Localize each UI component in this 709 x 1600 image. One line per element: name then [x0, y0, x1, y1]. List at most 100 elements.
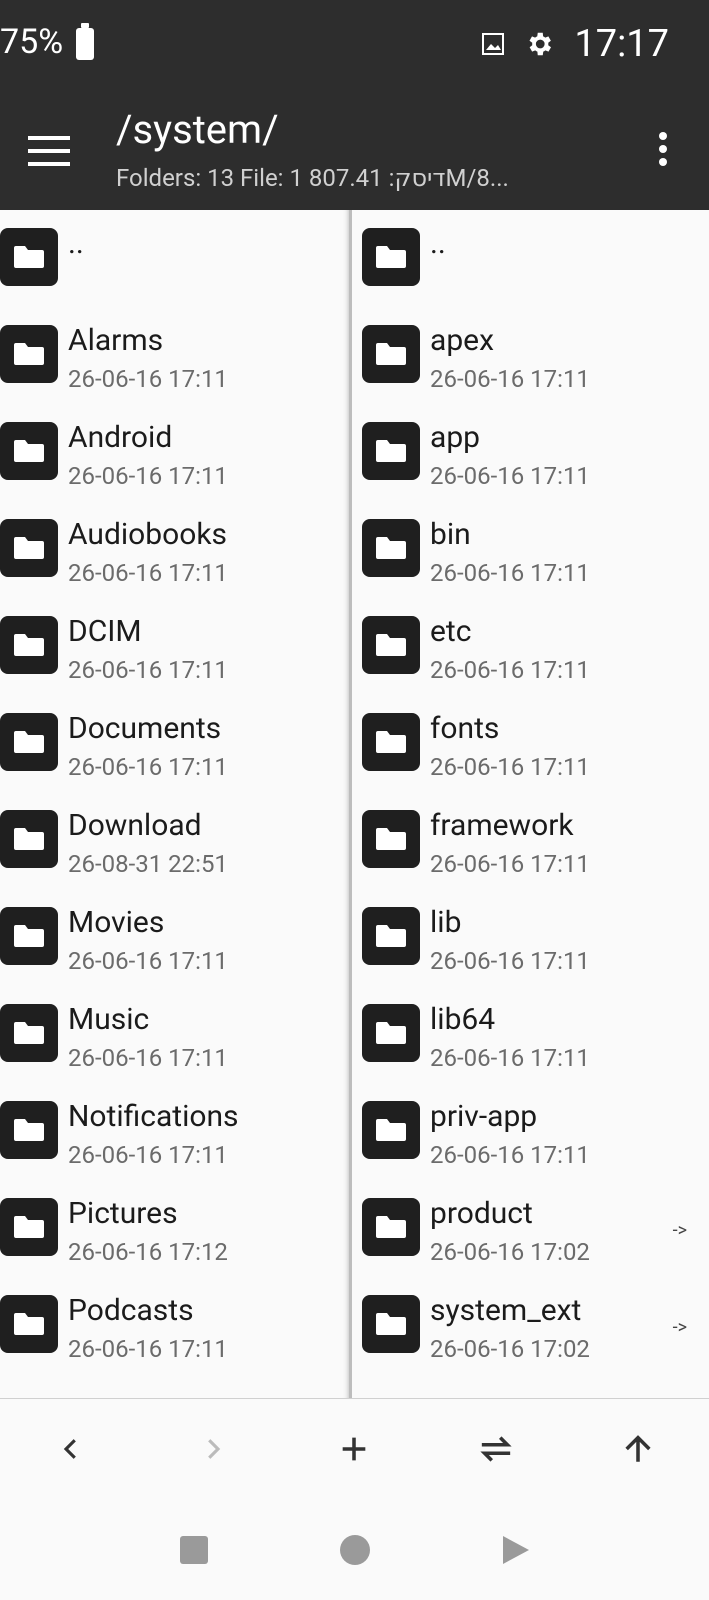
back-button[interactable]	[41, 1419, 101, 1479]
chevron-right-icon	[207, 1439, 220, 1459]
folder-icon	[0, 616, 58, 674]
forward-button[interactable]	[183, 1419, 243, 1479]
folder-name: Notifications	[68, 1099, 239, 1134]
symlink-indicator: ->	[672, 1317, 687, 1338]
parent-folder-button[interactable]	[608, 1419, 668, 1479]
folder-row[interactable]: etc 26-06-16 17:11	[352, 598, 701, 695]
folder-row[interactable]: Alarms 26-06-16 17:11	[0, 307, 349, 404]
folder-name: ..	[68, 226, 84, 261]
folder-row[interactable]: Podcasts 26-06-16 17:11	[0, 1277, 349, 1374]
folder-name: Music	[68, 1002, 150, 1037]
folder-row[interactable]: fonts 26-06-16 17:11	[352, 695, 701, 792]
folder-date: 26-06-16 17:11	[68, 656, 228, 684]
folder-date: 26-06-16 17:11	[430, 1044, 590, 1072]
folder-date: 26-06-16 17:11	[68, 365, 228, 393]
folder-row[interactable]: Documents 26-06-16 17:11	[0, 695, 349, 792]
new-folder-button[interactable]	[324, 1419, 384, 1479]
folder-row[interactable]: ..	[0, 210, 349, 307]
folder-row[interactable]: system_ext 26-06-16 17:02 ->	[352, 1277, 701, 1374]
folder-name: apex	[430, 323, 494, 358]
folder-row[interactable]: lib 26-06-16 17:11	[352, 889, 701, 986]
folder-icon	[362, 907, 420, 965]
chevron-left-icon	[63, 1439, 76, 1459]
folder-date: 26-06-16 17:02	[430, 1335, 590, 1363]
folder-date: 26-06-16 17:11	[430, 656, 590, 684]
folder-name: Android	[68, 420, 173, 455]
folder-row[interactable]: Music 26-06-16 17:11	[0, 986, 349, 1083]
folder-row[interactable]: priv-app 26-06-16 17:11	[352, 1083, 701, 1180]
right-pane[interactable]: .. apex 26-06-16 17:11 app 26-06-16 17:11 bin…	[352, 210, 701, 1398]
folder-name: framework	[430, 808, 574, 843]
system-nav-bar	[0, 1500, 709, 1600]
swap-panes-button[interactable]	[466, 1419, 526, 1479]
folder-icon	[362, 1101, 420, 1159]
back-triangle-icon[interactable]	[501, 1534, 531, 1566]
bottom-toolbar	[0, 1398, 709, 1499]
folder-name: Alarms	[68, 323, 164, 358]
path-title: /system/	[116, 106, 279, 153]
hamburger-menu-icon[interactable]	[28, 136, 70, 166]
folder-name: app	[430, 420, 481, 455]
folder-icon	[362, 1198, 420, 1256]
folder-name: product	[430, 1196, 533, 1231]
folder-icon	[0, 1198, 58, 1256]
folder-name: Pictures	[68, 1196, 178, 1231]
folder-icon	[0, 713, 58, 771]
folder-icon	[0, 422, 58, 480]
folder-row[interactable]: Notifications 26-06-16 17:11	[0, 1083, 349, 1180]
folder-name: Download	[68, 808, 202, 843]
folder-row[interactable]: Pictures 26-06-16 17:12	[0, 1180, 349, 1277]
arrow-up-icon	[625, 1435, 651, 1462]
folder-date: 26-06-16 17:11	[68, 559, 228, 587]
folder-row[interactable]: framework 26-06-16 17:11	[352, 792, 701, 889]
folder-icon	[0, 519, 58, 577]
folder-name: fonts	[430, 711, 500, 746]
folder-name: ..	[430, 226, 446, 261]
folder-icon	[0, 1295, 58, 1353]
folder-row[interactable]: product 26-06-16 17:02 ->	[352, 1180, 701, 1277]
settings-gear-icon	[529, 32, 552, 56]
folder-date: 26-06-16 17:11	[430, 462, 590, 490]
folder-icon	[362, 1004, 420, 1062]
folder-icon	[0, 810, 58, 868]
folder-date: 26-06-16 17:11	[430, 1141, 590, 1169]
folder-row[interactable]: apex 26-06-16 17:11	[352, 307, 701, 404]
folder-date: 26-06-16 17:11	[430, 753, 590, 781]
swap-arrows-icon	[480, 1436, 512, 1462]
status-right: 17:17	[482, 22, 669, 66]
folder-date: 26-06-16 17:11	[430, 850, 590, 878]
folder-date: 26-06-16 17:11	[68, 1044, 228, 1072]
folder-row[interactable]: ..	[352, 210, 701, 307]
home-circle-icon[interactable]	[339, 1534, 371, 1566]
recents-square-icon[interactable]	[179, 1535, 209, 1565]
folder-icon	[0, 1004, 58, 1062]
folder-row[interactable]: DCIM 26-06-16 17:11	[0, 598, 349, 695]
folder-name: Movies	[68, 905, 165, 940]
folder-icon	[362, 228, 420, 286]
folder-name: priv-app	[430, 1099, 538, 1134]
folder-date: 26-06-16 17:11	[430, 947, 590, 975]
folder-date: 26-06-16 17:11	[68, 462, 228, 490]
folder-row[interactable]: lib64 26-06-16 17:11	[352, 986, 701, 1083]
folder-icon	[362, 422, 420, 480]
folder-name: DCIM	[68, 614, 142, 649]
folder-row[interactable]: Android 26-06-16 17:11	[0, 404, 349, 501]
folder-row[interactable]: Audiobooks 26-06-16 17:11	[0, 501, 349, 598]
folder-date: 26-06-16 17:11	[68, 753, 228, 781]
image-notification-icon	[482, 33, 505, 55]
folder-date: 26-06-16 17:11	[68, 1141, 228, 1169]
folder-row[interactable]: Download 26-08-31 22:51	[0, 792, 349, 889]
folder-row[interactable]: Movies 26-06-16 17:11	[0, 889, 349, 986]
folder-date: 26-06-16 17:11	[68, 947, 228, 975]
folder-row[interactable]: bin 26-06-16 17:11	[352, 501, 701, 598]
path-subtitle: Folders: 13 File: 1 807.41 :דיסקM/8...	[116, 164, 509, 192]
folder-icon	[362, 325, 420, 383]
folder-row[interactable]: app 26-06-16 17:11	[352, 404, 701, 501]
overflow-menu-icon[interactable]	[659, 132, 669, 171]
clock: 17:17	[574, 22, 669, 66]
folder-date: 26-06-16 17:11	[430, 365, 590, 393]
left-pane[interactable]: .. Alarms 26-06-16 17:11 Android 26-06-16 17…	[0, 210, 352, 1398]
folder-icon	[0, 907, 58, 965]
folder-name: lib	[430, 905, 462, 940]
folder-icon	[362, 1295, 420, 1353]
